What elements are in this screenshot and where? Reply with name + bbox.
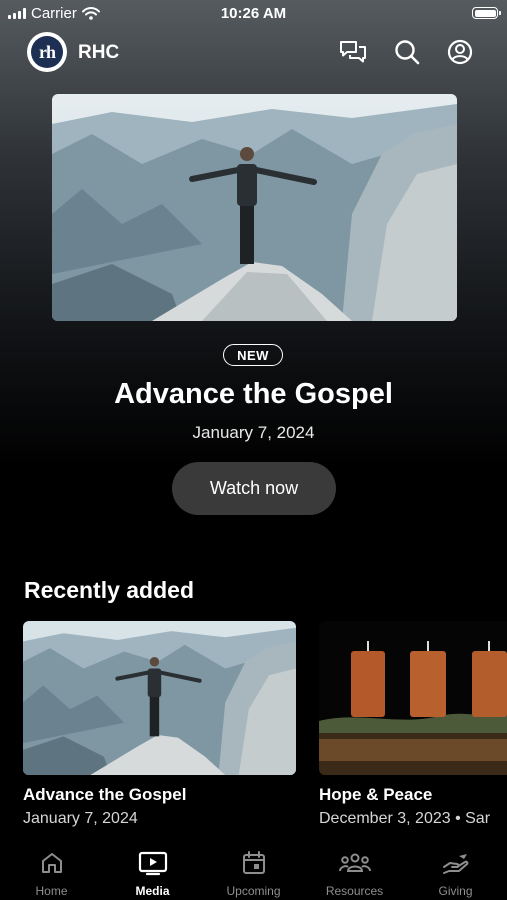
media-card[interactable]: Hope & Peace December 3, 2023 • Sar: [319, 621, 507, 827]
media-icon: [138, 851, 167, 876]
chat-icon[interactable]: [338, 37, 368, 67]
people-icon: [338, 853, 371, 872]
battery-icon: [472, 7, 501, 19]
tab-upcoming[interactable]: Upcoming: [203, 842, 304, 900]
section-title: Recently added: [24, 577, 194, 603]
home-icon: [41, 853, 62, 873]
status-time: 10:26 AM: [220, 5, 287, 22]
media-thumbnail[interactable]: [319, 621, 507, 775]
tab-bar: Home Media Upcoming Resources Giving: [0, 842, 507, 900]
giving-icon: [442, 854, 468, 874]
featured-date: January 7, 2024: [192, 423, 315, 442]
featured-image[interactable]: [52, 94, 457, 321]
tab-media[interactable]: Media: [102, 842, 203, 900]
new-badge: NEW: [223, 344, 283, 366]
app-name: RHC: [78, 42, 120, 63]
tab-giving[interactable]: Giving: [405, 842, 506, 900]
calendar-icon: [242, 851, 265, 874]
church-logo[interactable]: rh: [27, 32, 67, 72]
media-thumbnail[interactable]: [23, 621, 296, 775]
tab-label: Home: [35, 884, 68, 898]
media-card-date: January 7, 2024: [23, 810, 138, 827]
watch-now-button[interactable]: Watch now: [172, 462, 336, 515]
media-card-title: Advance the Gospel: [23, 785, 187, 804]
tab-label: Upcoming: [226, 884, 281, 898]
app-header: rh RHC: [0, 30, 507, 76]
status-bar: Carrier 10:26 AM: [0, 0, 507, 28]
tab-resources[interactable]: Resources: [304, 842, 405, 900]
media-card[interactable]: Advance the Gospel January 7, 2024: [23, 621, 296, 827]
logo-mark: rh: [31, 36, 63, 68]
tab-home[interactable]: Home: [1, 842, 102, 900]
tab-label: Media: [135, 884, 170, 898]
media-card-date: December 3, 2023 • Sar: [319, 810, 491, 827]
profile-icon[interactable]: [445, 37, 475, 67]
search-icon[interactable]: [392, 37, 422, 67]
media-card-title: Hope & Peace: [319, 785, 433, 804]
featured-title: Advance the Gospel: [114, 378, 393, 410]
tab-label: Resources: [325, 884, 384, 898]
tab-label: Giving: [438, 884, 473, 898]
